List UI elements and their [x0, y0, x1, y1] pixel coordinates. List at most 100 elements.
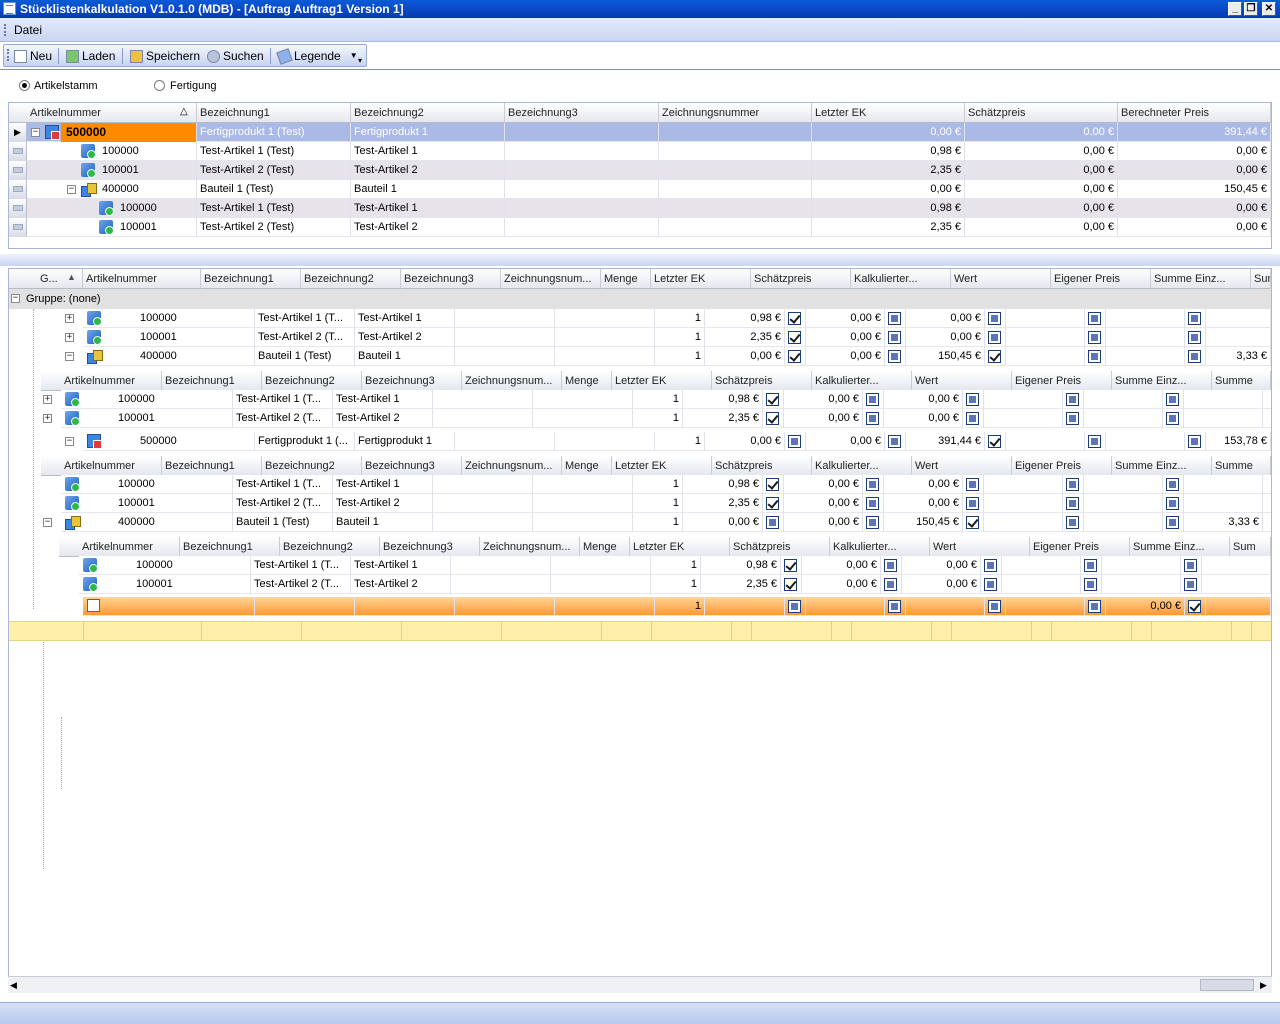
minimize-button[interactable]: _: [1228, 2, 1242, 16]
cell-se[interactable]: [1183, 475, 1263, 494]
checkbox[interactable]: [766, 393, 779, 406]
cell-w[interactable]: [983, 409, 1063, 428]
checkbox[interactable]: [1066, 516, 1079, 529]
grid1-cell-b3[interactable]: [505, 123, 659, 142]
cell-ka[interactable]: 0,00 €: [905, 328, 985, 347]
speichern-button[interactable]: Speichern: [130, 48, 200, 64]
checkbox[interactable]: [788, 312, 801, 325]
checkbox[interactable]: [866, 516, 879, 529]
cell-b3[interactable]: [433, 494, 533, 513]
checkbox[interactable]: [984, 559, 997, 572]
laden-button[interactable]: Laden: [66, 48, 115, 64]
cell-ka[interactable]: 0,00 €: [883, 494, 963, 513]
checkbox[interactable]: [988, 331, 1001, 344]
grid1-col-berechneter-preis[interactable]: Berechneter Preis: [1118, 103, 1271, 123]
bom-calculation-grid[interactable]: G... Artikelnummer Bezeichnung1 Bezeichnung…: [8, 268, 1272, 978]
sub-col-5[interactable]: Menge: [562, 371, 612, 391]
grid1-cell-bp[interactable]: 391,44 €: [1118, 123, 1271, 142]
grid2-col-8[interactable]: Schätzpreis: [751, 269, 851, 289]
cell-nr[interactable]: 100000: [133, 556, 251, 575]
cell-zn[interactable]: [533, 475, 633, 494]
grid1-cell-bp[interactable]: 150,45 €: [1118, 180, 1271, 199]
grid1-col-schaetzpreis[interactable]: Schätzpreis: [965, 103, 1118, 123]
checkbox[interactable]: [1188, 312, 1201, 325]
grid2-col-13[interactable]: Sum: [1251, 269, 1271, 289]
sub-col-5[interactable]: Menge: [562, 456, 612, 476]
cell-zn[interactable]: [533, 494, 633, 513]
cell-w[interactable]: [1005, 432, 1085, 451]
cell-b1[interactable]: Bauteil 1 (Test): [233, 513, 333, 532]
sub-col-7-2[interactable]: Schätzpreis: [730, 537, 830, 557]
cell-sp[interactable]: 0,00 €: [801, 556, 881, 575]
cell-ep[interactable]: [1083, 409, 1163, 428]
cell-sp[interactable]: [805, 597, 885, 616]
checkbox[interactable]: [966, 412, 979, 425]
checkbox[interactable]: [966, 478, 979, 491]
grid1-cell-b3[interactable]: [505, 161, 659, 180]
checkbox[interactable]: [866, 393, 879, 406]
cell-ka[interactable]: 0,00 €: [883, 409, 963, 428]
cell-ek[interactable]: 0,00 €: [705, 347, 785, 366]
sub-col-0[interactable]: Artikelnummer: [61, 371, 162, 391]
grid1-cell-zn[interactable]: [659, 123, 812, 142]
checkbox[interactable]: [966, 497, 979, 510]
checkbox[interactable]: [1166, 393, 1179, 406]
cell-w[interactable]: [1001, 556, 1081, 575]
cell-b1[interactable]: Test-Artikel 1 (T...: [255, 309, 355, 328]
grid1-col-zeichnungsnummer[interactable]: Zeichnungsnummer: [659, 103, 812, 123]
collapse-icon[interactable]: −: [31, 128, 40, 137]
cell-w[interactable]: [1005, 309, 1085, 328]
cell-zn[interactable]: [533, 390, 633, 409]
grid1-cell-b1[interactable]: Bauteil 1 (Test): [197, 180, 351, 199]
checkbox[interactable]: [1066, 393, 1079, 406]
cell-ka[interactable]: 0,00 €: [883, 475, 963, 494]
cell-ek[interactable]: 2,35 €: [683, 494, 763, 513]
cell-b1[interactable]: Test-Artikel 2 (T...: [233, 409, 333, 428]
checkbox[interactable]: [788, 435, 801, 448]
grid2-col-7[interactable]: Letzter EK: [651, 269, 751, 289]
cell-ek[interactable]: 0,98 €: [683, 390, 763, 409]
checkbox[interactable]: [1088, 600, 1101, 613]
grid1-cell-sp[interactable]: 0,00 €: [965, 161, 1118, 180]
checkbox[interactable]: [966, 516, 979, 529]
cell-sp[interactable]: 0,00 €: [783, 390, 863, 409]
grid1-cell-b1[interactable]: Test-Artikel 2 (Test): [197, 161, 351, 180]
cell-nr[interactable]: 100000: [137, 309, 255, 328]
horizontal-scrollbar[interactable]: ◀ ▶: [8, 976, 1272, 993]
cell-zn[interactable]: [555, 347, 655, 366]
suchen-button[interactable]: Suchen: [207, 48, 264, 64]
grid1-col-artikelnummer[interactable]: Artikelnummer: [27, 103, 197, 123]
sub-col-6-2[interactable]: Letzter EK: [630, 537, 730, 557]
cell-ek[interactable]: 2,35 €: [705, 328, 785, 347]
expand-icon[interactable]: +: [43, 395, 52, 404]
grid1-cell-b2[interactable]: Test-Artikel 1: [351, 199, 505, 218]
grid1-cell-nr[interactable]: 100001: [117, 218, 197, 237]
cell-nr[interactable]: 100001: [115, 494, 233, 513]
checkbox[interactable]: [784, 559, 797, 572]
artikelstamm-radio[interactable]: [19, 80, 30, 91]
checkbox[interactable]: [1166, 516, 1179, 529]
cell-zn[interactable]: [551, 556, 651, 575]
grid1-cell-b2[interactable]: Bauteil 1: [351, 180, 505, 199]
cell-ek[interactable]: 2,35 €: [701, 575, 781, 594]
menu-grip-icon[interactable]: [4, 24, 7, 36]
cell-b1[interactable]: Test-Artikel 2 (T...: [251, 575, 351, 594]
cell-b2[interactable]: Fertigprodukt 1: [355, 432, 455, 451]
cell-ka[interactable]: 0,00 €: [905, 309, 985, 328]
cell-w[interactable]: [1005, 347, 1085, 366]
grid1-cell-b3[interactable]: [505, 142, 659, 161]
cell-sp[interactable]: 0,00 €: [783, 494, 863, 513]
sub-col-10[interactable]: Eigener Preis: [1012, 371, 1112, 391]
cell-se[interactable]: [1205, 309, 1271, 328]
sub-col-3[interactable]: Bezeichnung3: [362, 456, 462, 476]
cell-ep[interactable]: 0,00 €: [1105, 597, 1185, 616]
sub-col-1-2[interactable]: Bezeichnung1: [180, 537, 280, 557]
sub-col-6[interactable]: Letzter EK: [612, 371, 712, 391]
cell-b2[interactable]: Test-Artikel 1: [333, 390, 433, 409]
cell-m[interactable]: 1: [633, 513, 683, 532]
cell-b2[interactable]: Test-Artikel 2: [333, 409, 433, 428]
grid1-cell-bp[interactable]: 0,00 €: [1118, 199, 1271, 218]
grid1-cell-zn[interactable]: [659, 199, 812, 218]
cell-ep[interactable]: [1105, 347, 1185, 366]
checkbox[interactable]: [1184, 559, 1197, 572]
